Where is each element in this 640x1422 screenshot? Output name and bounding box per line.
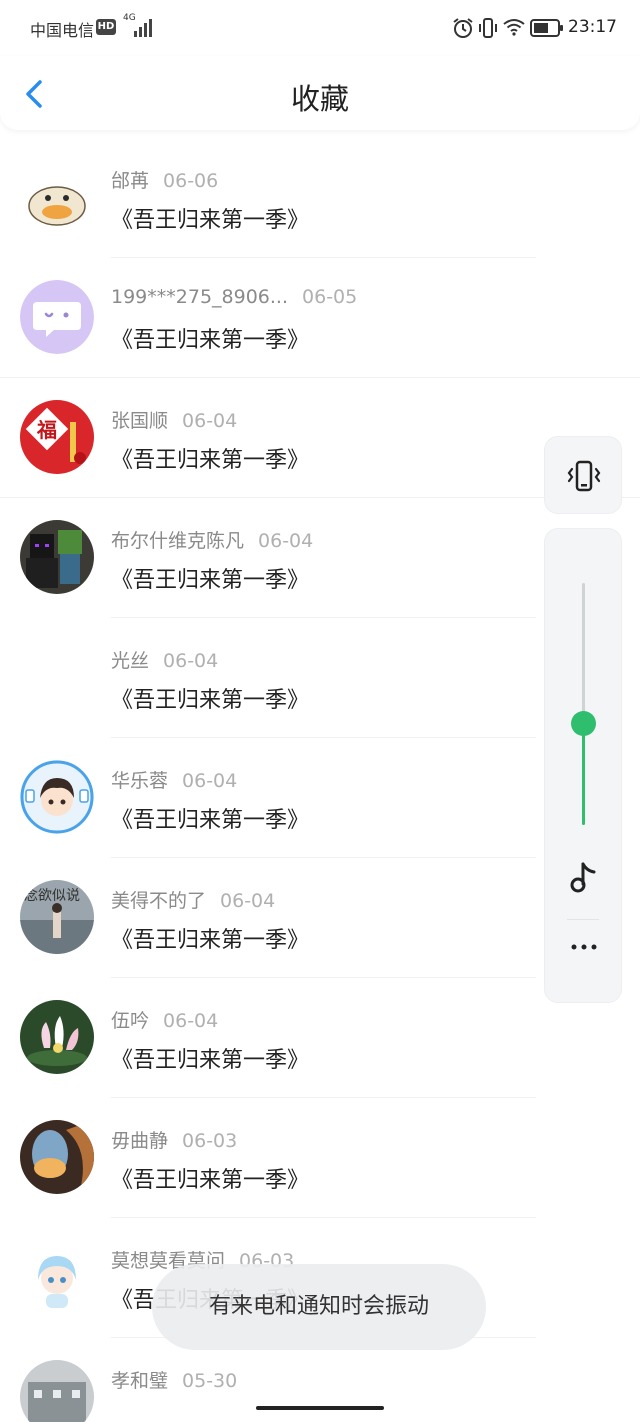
volume-slider-thumb[interactable] bbox=[571, 711, 596, 736]
svg-text:福: 福 bbox=[36, 418, 57, 442]
item-date: 06-04 bbox=[163, 1010, 219, 1032]
vibrate-icon bbox=[567, 460, 601, 492]
item-title: 《吾王归来第一季》 bbox=[111, 1048, 310, 1073]
more-horizontal-icon[interactable] bbox=[569, 941, 599, 953]
vibrate-mode-button[interactable] bbox=[544, 436, 622, 514]
sender-name: 伍吟 bbox=[111, 1010, 150, 1032]
music-note-icon[interactable] bbox=[569, 861, 599, 893]
item-date: 06-04 bbox=[182, 770, 238, 792]
item-title: 《吾王归来第一季》 bbox=[111, 1168, 310, 1193]
volume-slider-fill bbox=[582, 723, 585, 825]
volume-panel-divider bbox=[567, 919, 599, 920]
sender-name: 华乐蓉 bbox=[111, 770, 169, 792]
item-title: 《吾王归来第一季》 bbox=[111, 808, 310, 833]
item-date: 06-04 bbox=[163, 650, 219, 672]
volume-panel bbox=[544, 528, 622, 1003]
sender-line: 邰苒 06-06 bbox=[111, 166, 218, 193]
wifi-icon bbox=[503, 19, 525, 36]
sender-name: 美得不的了 bbox=[111, 890, 207, 912]
avatar-seaside-person-icon: 念欲似说 bbox=[20, 880, 94, 954]
sender-line: 美得不的了 06-04 bbox=[111, 886, 275, 913]
clock: 23:17 bbox=[568, 17, 617, 37]
avatar-caption: 念欲似说 bbox=[24, 887, 80, 904]
toast-message: 有来电和通知时会振动 bbox=[152, 1264, 486, 1350]
sender-line: 布尔什维克陈凡 06-04 bbox=[111, 526, 313, 553]
item-date: 06-06 bbox=[163, 170, 219, 192]
alarm-icon bbox=[453, 18, 473, 38]
vibrate-status-icon bbox=[479, 18, 497, 38]
avatar-lotus-icon bbox=[20, 1000, 94, 1074]
sender-line: 毋曲静 06-03 bbox=[111, 1126, 237, 1153]
item-date: 06-04 bbox=[182, 410, 238, 432]
avatar-window-sunset-icon bbox=[20, 1120, 94, 1194]
sender-name: 199***275_8906... bbox=[111, 286, 289, 308]
battery-icon bbox=[530, 19, 563, 37]
sender-line: 199***275_8906... 06-05 bbox=[111, 286, 357, 308]
avatar-building-icon bbox=[20, 1360, 94, 1422]
avatar-cartoon-icon bbox=[20, 760, 94, 834]
avatar-fu-icon: 福 bbox=[20, 400, 94, 474]
sender-name: 孝和璧 bbox=[111, 1370, 169, 1392]
signal-icon bbox=[134, 19, 152, 37]
status-bar: 中国电信 HD 4G 23:17 bbox=[0, 0, 640, 56]
sender-name: 光丝 bbox=[111, 650, 150, 672]
list-item[interactable]: 邰苒 06-06 《吾王归来第一季》 bbox=[0, 138, 640, 258]
list-item[interactable]: 伍吟 06-04 《吾王归来第一季》 bbox=[0, 978, 640, 1098]
page-title: 收藏 bbox=[290, 82, 349, 116]
hd-badge: HD bbox=[96, 19, 116, 35]
item-title: 《吾王归来第一季》 bbox=[111, 928, 310, 953]
avatar-anime-girl-icon bbox=[20, 1240, 94, 1314]
item-date: 06-04 bbox=[220, 890, 276, 912]
app-header: 收藏 bbox=[0, 56, 640, 130]
avatar-chat-bubble-icon bbox=[20, 280, 94, 354]
list-item[interactable]: 199***275_8906... 06-05 《吾王归来第一季》 bbox=[0, 258, 640, 378]
list-item[interactable]: 毋曲静 06-03 《吾王归来第一季》 bbox=[0, 1098, 640, 1218]
item-date: 06-05 bbox=[302, 286, 358, 308]
volume-slider[interactable] bbox=[582, 583, 585, 825]
sender-line: 孝和璧 05-30 bbox=[111, 1366, 237, 1393]
item-title: 《吾王归来第一季》 bbox=[111, 688, 310, 713]
item-title: 《吾王归来第一季》 bbox=[111, 448, 310, 473]
sender-name: 邰苒 bbox=[111, 170, 150, 192]
avatar-duck-icon bbox=[20, 160, 94, 234]
item-title: 《吾王归来第一季》 bbox=[111, 208, 310, 233]
avatar-blocky-figures-icon bbox=[20, 520, 94, 594]
sender-line: 华乐蓉 06-04 bbox=[111, 766, 237, 793]
home-indicator[interactable] bbox=[256, 1406, 384, 1410]
sender-line: 光丝 06-04 bbox=[111, 646, 218, 673]
sender-name: 张国顺 bbox=[111, 410, 169, 432]
item-date: 06-04 bbox=[258, 530, 314, 552]
sender-line: 伍吟 06-04 bbox=[111, 1006, 218, 1033]
sender-line: 张国顺 06-04 bbox=[111, 406, 237, 433]
item-date: 06-03 bbox=[182, 1130, 238, 1152]
item-title: 《吾王归来第一季》 bbox=[111, 568, 310, 593]
sender-name: 布尔什维克陈凡 bbox=[111, 530, 245, 552]
carrier-label: 中国电信 bbox=[30, 21, 95, 40]
sender-name: 毋曲静 bbox=[111, 1130, 169, 1152]
item-date: 05-30 bbox=[182, 1370, 238, 1392]
item-title: 《吾王归来第一季》 bbox=[111, 328, 310, 353]
